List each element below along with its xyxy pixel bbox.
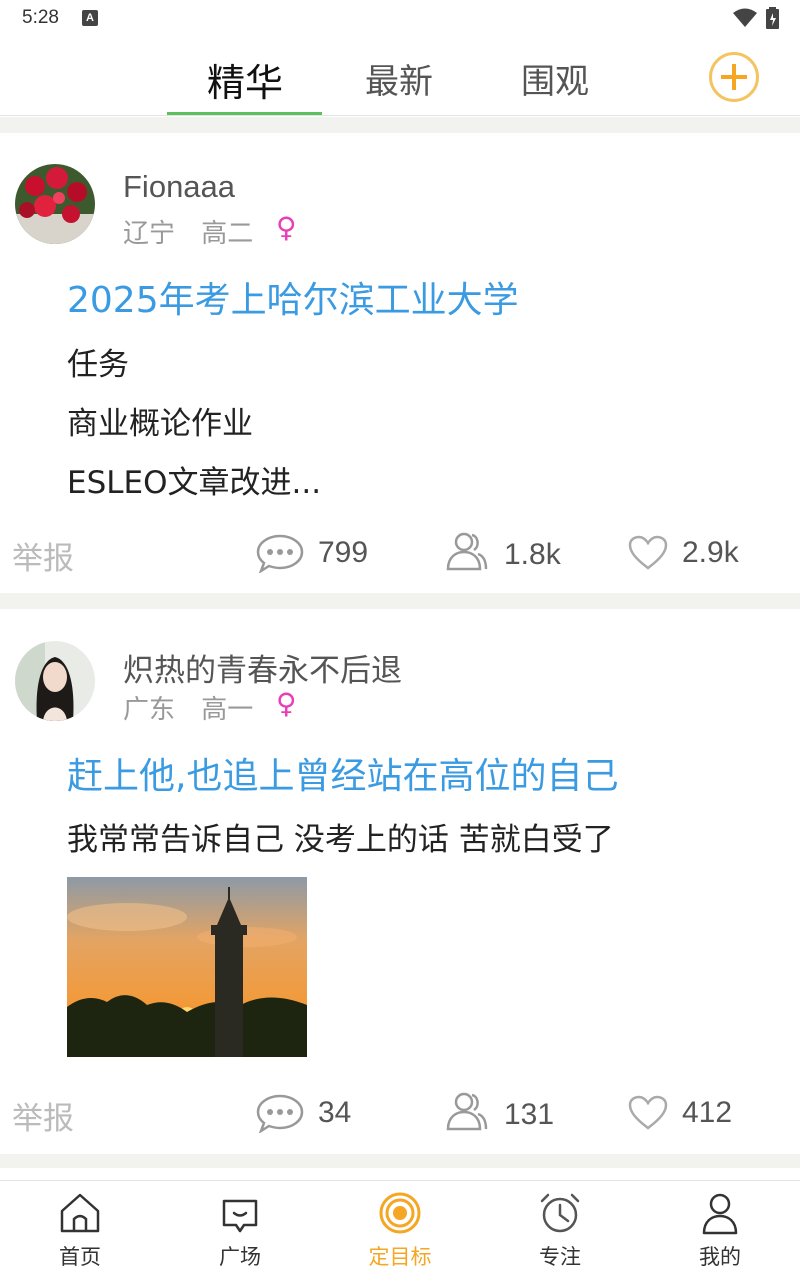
person-icon [702, 1193, 738, 1235]
status-time: 5:28 [22, 7, 59, 28]
post-title[interactable]: 赶上他,也追上曾经站在高位的自己 [67, 747, 618, 799]
followers-icon[interactable] [444, 1089, 488, 1133]
post-card[interactable]: 炽热的青春永不后退 广东 高一 ♀ 赶上他,也追上曾经站在高位的自己 我常常告诉… [0, 609, 800, 1154]
like-count: 412 [682, 1096, 733, 1129]
post-body-line: 任务 [67, 347, 129, 383]
active-tab-indicator [167, 112, 322, 115]
status-bar: 5:28 A [0, 0, 800, 38]
username[interactable]: Fionaaa [123, 169, 235, 205]
post-body-line: 商业概论作业 [67, 406, 253, 442]
post-title[interactable]: 2025年考上哈尔滨工业大学 [67, 271, 519, 323]
wifi-icon [733, 8, 757, 27]
avatar-flowers-image [15, 164, 95, 244]
nav-home-label: 首页 [59, 1245, 101, 1269]
avatar-portrait-image [15, 641, 95, 721]
comment-icon[interactable] [256, 1093, 304, 1133]
user-grade: 高一 [201, 695, 254, 725]
home-icon [60, 1193, 100, 1233]
top-tab-bar: 精华 最新 围观 [0, 38, 800, 116]
bottom-nav: 首页 广场 定目标 专注 我的 [0, 1180, 800, 1280]
followers-icon[interactable] [444, 529, 488, 573]
notification-a-icon: A [82, 10, 98, 26]
report-button[interactable]: 举报 [12, 1093, 74, 1138]
nav-set-goal[interactable]: 定目标 [320, 1181, 480, 1280]
nav-profile[interactable]: 我的 [640, 1181, 800, 1280]
nav-profile-label: 我的 [699, 1245, 741, 1269]
tab-watch[interactable]: 围观 [478, 54, 632, 103]
nav-square[interactable]: 广场 [160, 1181, 320, 1280]
like-count: 2.9k [682, 536, 739, 569]
section-divider [0, 1154, 800, 1168]
section-divider [0, 117, 800, 133]
post-image-sunset-tower[interactable] [67, 877, 307, 1057]
section-divider [0, 593, 800, 609]
follower-count: 1.8k [504, 538, 561, 571]
female-gender-icon: ♀ [276, 211, 297, 244]
comment-icon[interactable] [256, 533, 304, 573]
user-province: 广东 [123, 695, 176, 725]
report-button[interactable]: 举报 [12, 533, 74, 578]
avatar[interactable] [15, 164, 95, 244]
add-post-button[interactable] [709, 52, 759, 102]
tab-latest[interactable]: 最新 [322, 54, 476, 103]
square-chat-icon [222, 1199, 258, 1233]
like-heart-icon[interactable] [628, 1095, 668, 1131]
nav-home[interactable]: 首页 [0, 1181, 160, 1280]
follower-count: 131 [504, 1098, 555, 1131]
female-gender-icon: ♀ [276, 687, 297, 720]
target-icon [379, 1192, 421, 1234]
nav-set-goal-label: 定目标 [368, 1245, 432, 1269]
user-meta: 广东 高一 [123, 689, 271, 726]
battery-icon [766, 7, 779, 29]
nav-focus[interactable]: 专注 [480, 1181, 640, 1280]
post-body-line: 我常常告诉自己 没考上的话 苦就白受了 [67, 822, 614, 858]
nav-focus-label: 专注 [539, 1245, 581, 1269]
user-province: 辽宁 [123, 219, 176, 249]
username[interactable]: 炽热的青春永不后退 [123, 645, 402, 690]
alarm-clock-icon [540, 1193, 580, 1233]
comment-count: 799 [318, 536, 369, 569]
user-meta: 辽宁 高二 [123, 213, 271, 250]
user-grade: 高二 [201, 219, 254, 249]
like-heart-icon[interactable] [628, 535, 668, 571]
comment-count: 34 [318, 1096, 352, 1129]
post-card[interactable]: Fionaaa 辽宁 高二 ♀ 2025年考上哈尔滨工业大学 任务 商业概论作业… [0, 133, 800, 593]
avatar[interactable] [15, 641, 95, 721]
tab-essence[interactable]: 精华 [168, 52, 322, 107]
post-body-line: ESLEO文章改进... [67, 465, 322, 501]
nav-square-label: 广场 [219, 1245, 261, 1269]
